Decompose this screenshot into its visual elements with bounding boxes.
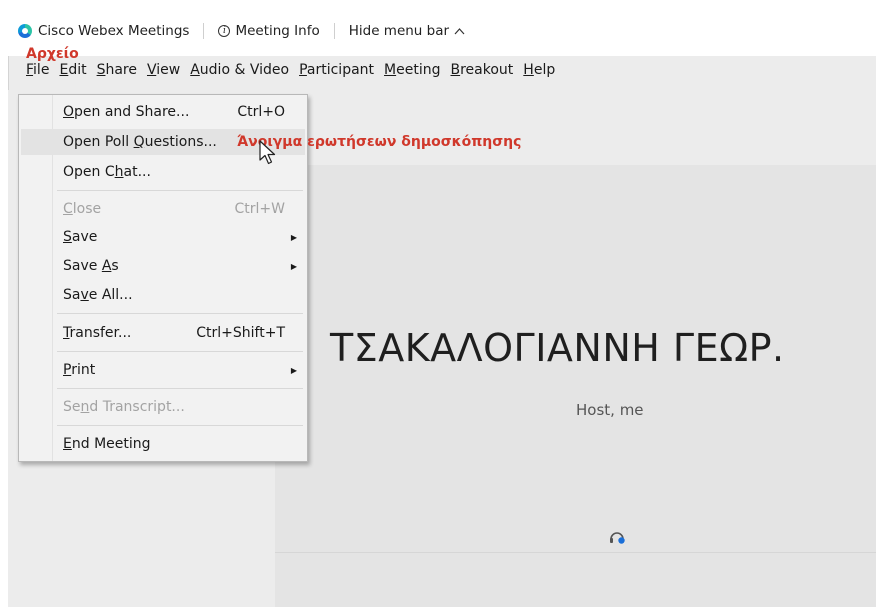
menu-participant[interactable]: Participant	[299, 62, 374, 84]
menu-help[interactable]: Help	[523, 62, 555, 84]
menu-item-label: Close	[63, 201, 102, 217]
menu-item-shortcut: Ctrl+O	[237, 104, 285, 120]
annotation-file-greek: Αρχείο	[26, 46, 79, 62]
stage-divider	[275, 552, 876, 553]
video-stage	[275, 165, 876, 607]
menu-item-save[interactable]: Save ▶	[21, 224, 305, 250]
menu-item-label: Send Transcript...	[63, 399, 185, 415]
annotation-open-poll-greek: Άνοιγμα ερωτήσεων δημοσκόπησης	[237, 134, 522, 150]
menu-item-label: Save All...	[63, 287, 133, 303]
menu-item-label: End Meeting	[63, 436, 151, 452]
menu-item-label: Save As	[63, 258, 119, 274]
title-bar: Cisco Webex Meetings i Meeting Info Hide…	[18, 20, 465, 42]
menu-item-label: Open and Share...	[63, 104, 190, 120]
info-icon: i	[218, 25, 231, 37]
participant-name: ΤΣΑΚΑΛΟΓΙΑΝΝΗ ΓΕΩΡ.	[330, 326, 785, 370]
meeting-info-button[interactable]: i Meeting Info	[218, 23, 320, 39]
menu-separator	[57, 425, 303, 426]
menu-share[interactable]: Share	[97, 62, 137, 84]
menu-item-save-as[interactable]: Save As ▶	[21, 253, 305, 279]
hide-menu-bar-button[interactable]: Hide menu bar	[349, 23, 465, 39]
divider	[203, 23, 205, 39]
menu-separator	[57, 388, 303, 389]
menu-item-close: Close Ctrl+W	[21, 196, 305, 222]
menu-file[interactable]: File	[26, 62, 49, 84]
divider	[333, 23, 335, 39]
menu-meeting[interactable]: Meeting	[384, 62, 440, 84]
headset-audio-icon[interactable]	[609, 530, 627, 544]
menu-audio-video[interactable]: Audio & Video	[190, 62, 289, 84]
menu-view[interactable]: View	[147, 62, 180, 84]
menu-breakout[interactable]: Breakout	[451, 62, 514, 84]
menu-item-transfer[interactable]: Transfer... Ctrl+Shift+T	[21, 320, 305, 346]
menu-separator	[57, 190, 303, 191]
menu-edit[interactable]: Edit	[59, 62, 86, 84]
menu-item-print[interactable]: Print ▶	[21, 357, 305, 383]
menu-item-save-all[interactable]: Save All...	[21, 282, 305, 308]
app-name: Cisco Webex Meetings	[38, 23, 190, 39]
participant-role: Host, me	[576, 401, 644, 419]
menu-item-label: Print	[63, 362, 96, 378]
menu-separator	[57, 351, 303, 352]
menu-item-label: Save	[63, 229, 98, 245]
menu-item-open-and-share[interactable]: Open and Share... Ctrl+O	[21, 99, 305, 125]
hide-menu-bar-label: Hide menu bar	[348, 23, 450, 39]
menu-item-shortcut: Ctrl+W	[234, 201, 285, 217]
mouse-cursor-icon	[259, 140, 276, 165]
submenu-arrow-icon: ▶	[290, 232, 297, 242]
submenu-arrow-icon: ▶	[290, 365, 297, 375]
menu-item-shortcut: Ctrl+Shift+T	[196, 325, 285, 341]
menu-bar: File Edit Share View Audio & Video Parti…	[26, 62, 565, 84]
menu-item-label: Transfer...	[63, 325, 132, 341]
submenu-arrow-icon: ▶	[290, 261, 297, 271]
menu-separator	[57, 313, 303, 314]
menu-item-end-meeting[interactable]: End Meeting	[21, 431, 305, 457]
chevron-up-icon	[454, 28, 465, 35]
menu-item-send-transcript: Send Transcript...	[21, 394, 305, 420]
menu-item-label: Open Poll Questions...	[63, 134, 217, 150]
webex-logo-icon	[18, 24, 32, 38]
meeting-info-label: Meeting Info	[235, 23, 320, 39]
menu-item-label: Open Chat...	[63, 164, 151, 180]
